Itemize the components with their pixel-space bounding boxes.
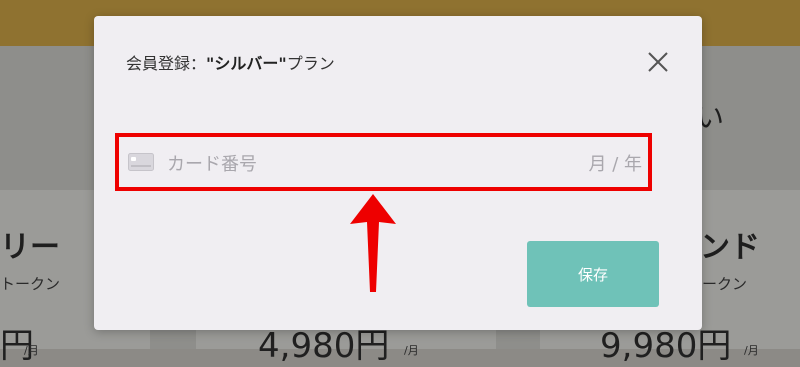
modal-title-plan-name: "シルバー" xyxy=(206,54,287,73)
up-arrow-annotation-icon xyxy=(350,194,396,292)
modal-title-prefix: 会員登録： xyxy=(126,54,207,73)
plan-unit-right: /月 xyxy=(744,344,759,357)
card-expiry-placeholder[interactable]: 月 / 年 xyxy=(588,150,642,176)
plan-unit-middle: /月 xyxy=(404,344,419,357)
plan-unit-left: /月 xyxy=(24,344,39,357)
registration-modal: 会員登録："シルバー"プラン カード番号 月 / 年 保存 xyxy=(94,16,702,330)
modal-title-suffix: プラン xyxy=(286,54,335,73)
card-number-placeholder: カード番号 xyxy=(167,154,257,175)
close-icon xyxy=(648,52,668,72)
plan-token-left: トークン xyxy=(0,275,61,293)
card-number-field[interactable]: カード番号 月 / 年 xyxy=(115,133,652,191)
credit-card-icon xyxy=(128,153,154,171)
plan-name-right: ンド xyxy=(700,230,760,265)
plan-token-right: ークン xyxy=(702,275,748,293)
modal-title: 会員登録："シルバー"プラン xyxy=(126,50,335,74)
save-button[interactable]: 保存 xyxy=(527,241,659,307)
plan-name-left: リー xyxy=(0,230,60,265)
close-button[interactable] xyxy=(646,50,670,74)
